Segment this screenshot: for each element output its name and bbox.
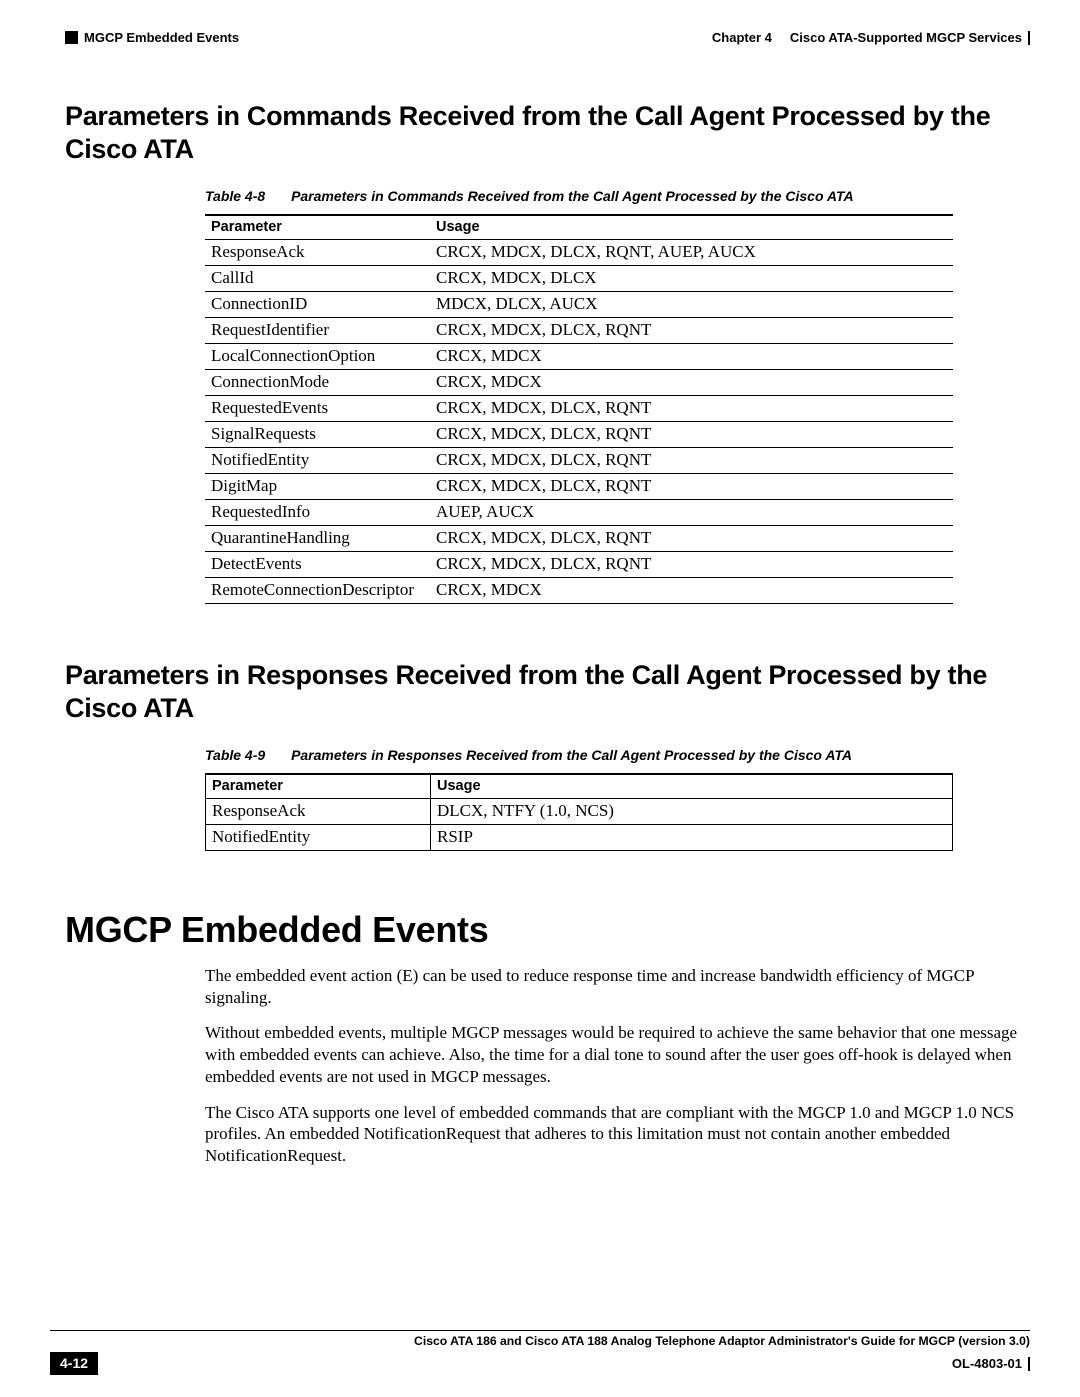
cell-parameter: ResponseAck <box>205 239 430 265</box>
table-row: DigitMapCRCX, MDCX, DLCX, RQNT <box>205 473 953 499</box>
table-row: LocalConnectionOptionCRCX, MDCX <box>205 343 953 369</box>
table-row: RemoteConnectionDescriptorCRCX, MDCX <box>205 577 953 603</box>
body-paragraph: The embedded event action (E) can be use… <box>205 965 1030 1009</box>
major-section-title: MGCP Embedded Events <box>65 909 1030 951</box>
cell-usage: RSIP <box>431 824 953 850</box>
page-footer: Cisco ATA 186 and Cisco ATA 188 Analog T… <box>50 1330 1030 1375</box>
body-paragraph: Without embedded events, multiple MGCP m… <box>205 1022 1030 1087</box>
cell-parameter: ResponseAck <box>206 798 431 824</box>
cell-parameter: SignalRequests <box>205 421 430 447</box>
header-right: Chapter 4 Cisco ATA-Supported MGCP Servi… <box>712 30 1030 45</box>
section-title-responses: Parameters in Responses Received from th… <box>65 659 1030 725</box>
table-caption-49: Table 4-9 Parameters in Responses Receiv… <box>205 747 1030 763</box>
table-header-row: Parameter Usage <box>205 215 953 240</box>
cell-parameter: NotifiedEntity <box>206 824 431 850</box>
footer-doc-id: OL-4803-01 <box>952 1356 1022 1371</box>
cell-parameter: QuarantineHandling <box>205 525 430 551</box>
header-divider-icon <box>1028 31 1030 45</box>
header-chapter-label: Chapter 4 <box>712 30 772 45</box>
table-responses: Parameter Usage ResponseAckDLCX, NTFY (1… <box>205 773 953 851</box>
table-caption-label: Table 4-9 <box>205 747 265 763</box>
cell-usage: CRCX, MDCX, DLCX, RQNT <box>430 525 953 551</box>
cell-parameter: NotifiedEntity <box>205 447 430 473</box>
cell-parameter: DigitMap <box>205 473 430 499</box>
cell-usage: DLCX, NTFY (1.0, NCS) <box>431 798 953 824</box>
cell-parameter: ConnectionMode <box>205 369 430 395</box>
cell-usage: CRCX, MDCX, DLCX, RQNT <box>430 395 953 421</box>
body-text: The embedded event action (E) can be use… <box>205 965 1030 1167</box>
table-row: QuarantineHandlingCRCX, MDCX, DLCX, RQNT <box>205 525 953 551</box>
footer-row: 4-12 OL-4803-01 <box>50 1352 1030 1375</box>
header-left: MGCP Embedded Events <box>65 30 239 45</box>
cell-parameter: CallId <box>205 265 430 291</box>
cell-usage: CRCX, MDCX <box>430 577 953 603</box>
col-header-parameter: Parameter <box>206 774 431 799</box>
cell-parameter: RequestedInfo <box>205 499 430 525</box>
cell-usage: CRCX, MDCX <box>430 343 953 369</box>
cell-usage: CRCX, MDCX <box>430 369 953 395</box>
cell-parameter: LocalConnectionOption <box>205 343 430 369</box>
col-header-parameter: Parameter <box>205 215 430 240</box>
footer-divider-icon <box>1028 1357 1030 1371</box>
cell-usage: MDCX, DLCX, AUCX <box>430 291 953 317</box>
header-square-icon <box>65 31 78 44</box>
cell-usage: CRCX, MDCX, DLCX, RQNT <box>430 317 953 343</box>
table-commands: Parameter Usage ResponseAckCRCX, MDCX, D… <box>205 214 953 604</box>
footer-guide-title: Cisco ATA 186 and Cisco ATA 188 Analog T… <box>50 1331 1030 1352</box>
header-section-label: MGCP Embedded Events <box>84 30 239 45</box>
footer-right: OL-4803-01 <box>952 1356 1030 1371</box>
cell-usage: CRCX, MDCX, DLCX <box>430 265 953 291</box>
cell-parameter: ConnectionID <box>205 291 430 317</box>
cell-usage: AUEP, AUCX <box>430 499 953 525</box>
table-row: NotifiedEntityCRCX, MDCX, DLCX, RQNT <box>205 447 953 473</box>
table-header-row: Parameter Usage <box>206 774 953 799</box>
page-number: 4-12 <box>50 1352 98 1375</box>
cell-usage: CRCX, MDCX, DLCX, RQNT <box>430 447 953 473</box>
header-chapter-title: Cisco ATA-Supported MGCP Services <box>790 30 1022 45</box>
table-row: CallIdCRCX, MDCX, DLCX <box>205 265 953 291</box>
table-row: RequestedInfoAUEP, AUCX <box>205 499 953 525</box>
cell-parameter: DetectEvents <box>205 551 430 577</box>
table-row: RequestIdentifierCRCX, MDCX, DLCX, RQNT <box>205 317 953 343</box>
cell-usage: CRCX, MDCX, DLCX, RQNT <box>430 473 953 499</box>
col-header-usage: Usage <box>431 774 953 799</box>
table-row: NotifiedEntityRSIP <box>206 824 953 850</box>
section-title-commands: Parameters in Commands Received from the… <box>65 100 1030 166</box>
table-caption-label: Table 4-8 <box>205 188 265 204</box>
table-row: ConnectionModeCRCX, MDCX <box>205 369 953 395</box>
table-row: ResponseAckDLCX, NTFY (1.0, NCS) <box>206 798 953 824</box>
cell-usage: CRCX, MDCX, DLCX, RQNT, AUEP, AUCX <box>430 239 953 265</box>
cell-usage: CRCX, MDCX, DLCX, RQNT <box>430 551 953 577</box>
cell-parameter: RequestIdentifier <box>205 317 430 343</box>
table-row: ResponseAckCRCX, MDCX, DLCX, RQNT, AUEP,… <box>205 239 953 265</box>
running-header: MGCP Embedded Events Chapter 4 Cisco ATA… <box>65 30 1030 45</box>
table-row: ConnectionIDMDCX, DLCX, AUCX <box>205 291 953 317</box>
col-header-usage: Usage <box>430 215 953 240</box>
table-row: DetectEventsCRCX, MDCX, DLCX, RQNT <box>205 551 953 577</box>
body-paragraph: The Cisco ATA supports one level of embe… <box>205 1102 1030 1167</box>
document-page: MGCP Embedded Events Chapter 4 Cisco ATA… <box>0 0 1080 1397</box>
table-row: SignalRequestsCRCX, MDCX, DLCX, RQNT <box>205 421 953 447</box>
cell-parameter: RequestedEvents <box>205 395 430 421</box>
table-row: RequestedEventsCRCX, MDCX, DLCX, RQNT <box>205 395 953 421</box>
table-caption-text: Parameters in Responses Received from th… <box>291 747 852 763</box>
cell-parameter: RemoteConnectionDescriptor <box>205 577 430 603</box>
cell-usage: CRCX, MDCX, DLCX, RQNT <box>430 421 953 447</box>
table-caption-48: Table 4-8 Parameters in Commands Receive… <box>205 188 1030 204</box>
table-caption-text: Parameters in Commands Received from the… <box>291 188 854 204</box>
